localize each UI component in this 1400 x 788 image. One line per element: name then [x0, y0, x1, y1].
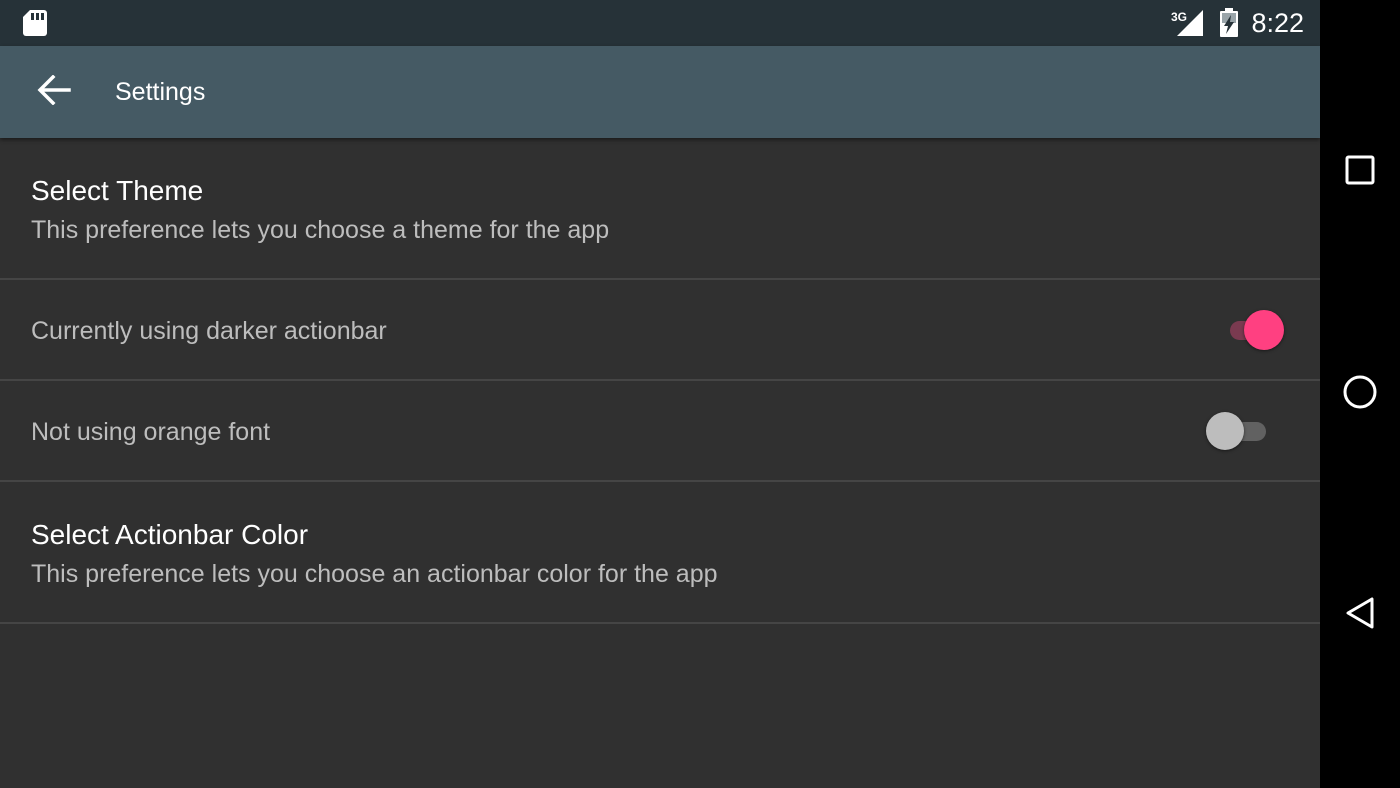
nav-back-button[interactable]	[1340, 595, 1380, 635]
app-bar: Settings	[0, 46, 1320, 138]
preference-list: Select Theme This preference lets you ch…	[0, 138, 1320, 624]
status-clock: 8:22	[1251, 8, 1304, 38]
network-type-label: 3G	[1171, 10, 1187, 24]
recents-button[interactable]	[1340, 152, 1380, 192]
sd-card-icon	[22, 9, 48, 42]
darker-actionbar-switch[interactable]	[1222, 310, 1284, 350]
pref-title: Select Actionbar Color	[31, 519, 309, 550]
battery-charging-icon	[1219, 8, 1239, 43]
pref-label: Currently using darker actionbar	[31, 317, 387, 345]
pref-summary: This preference lets you choose a theme …	[31, 216, 610, 244]
orange-font-switch[interactable]	[1206, 411, 1268, 451]
pref-summary: This preference lets you choose an actio…	[31, 560, 718, 588]
back-icon	[1344, 596, 1376, 635]
settings-screen: 3G 8:22 Settings Select Theme This prefe…	[0, 0, 1320, 788]
pref-select-actionbar-color[interactable]: Select Actionbar Color This preference l…	[0, 482, 1320, 624]
pref-title: Select Theme	[31, 175, 204, 206]
signal-3g-icon: 3G	[1170, 9, 1206, 42]
status-bar: 3G 8:22	[0, 0, 1320, 46]
navigation-bar	[1320, 0, 1400, 788]
switch-thumb	[1244, 310, 1284, 350]
recents-icon	[1345, 155, 1375, 190]
page-title: Settings	[115, 78, 206, 106]
pref-orange-font[interactable]: Not using orange font	[0, 381, 1320, 482]
pref-darker-actionbar[interactable]: Currently using darker actionbar	[0, 280, 1320, 381]
home-button[interactable]	[1340, 374, 1380, 414]
back-button[interactable]	[26, 66, 82, 118]
arrow-back-icon	[37, 74, 71, 110]
home-icon	[1342, 374, 1378, 415]
pref-select-theme[interactable]: Select Theme This preference lets you ch…	[0, 138, 1320, 280]
pref-label: Not using orange font	[31, 418, 271, 446]
switch-thumb	[1206, 412, 1244, 450]
